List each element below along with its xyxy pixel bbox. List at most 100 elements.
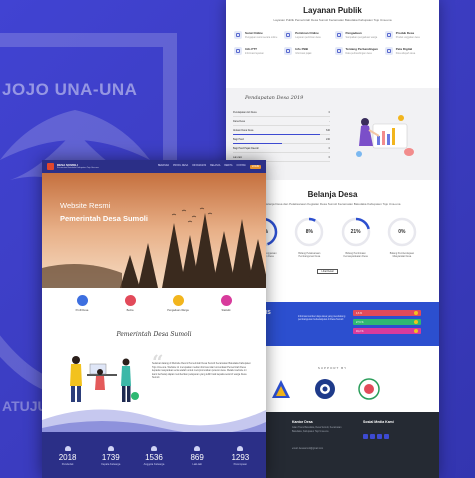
people-icon	[194, 446, 201, 451]
stat-label: Laki-laki	[192, 463, 202, 466]
service-name: Surat Online	[245, 31, 263, 35]
belanja-donut: 21% Bidang Pembinaan Kemasyarakatan Desa	[338, 216, 374, 258]
service-item[interactable]: Info PBB Informasi pajak	[284, 47, 330, 55]
info-icon	[234, 47, 242, 55]
nav-item[interactable]: BERITA	[224, 165, 232, 169]
service-desc: Peta wilayah desa	[395, 52, 416, 55]
sdgs-title: IS	[266, 310, 271, 316]
service-item[interactable]: Surat Online Pengajuan surat secara onlin…	[234, 31, 280, 39]
stat-value: 1739	[101, 453, 120, 462]
pendapatan-row: Dana Desa -	[233, 117, 330, 126]
instagram-icon[interactable]	[384, 434, 389, 439]
service-grid: Surat Online Pengajuan surat secara onlin…	[226, 22, 439, 55]
news-icon	[124, 295, 136, 306]
service-name: Tentang Perbandingan	[345, 47, 378, 51]
footer-kantor-address: Jalan Trans Batudaka, Desa Sumoli, Kecam…	[292, 427, 342, 433]
emoji-icon	[414, 329, 418, 333]
stamp-icon	[284, 31, 293, 39]
nav-item[interactable]: LOGIN	[249, 164, 261, 169]
background-subtitle: ATUJU	[2, 398, 48, 414]
quick-link-label: Profil Desa	[75, 309, 89, 312]
twitter-icon[interactable]	[370, 434, 375, 439]
sdgs-bar-label: 4,6 %	[356, 311, 363, 315]
nav-item[interactable]: KONTAK	[237, 165, 246, 169]
pendapatan-row: Alokasi Dana Desa 640	[233, 126, 330, 135]
pendapatan-value: 0	[328, 146, 330, 150]
sdgs-bar-label: 46,2 %	[356, 329, 364, 333]
pemerintah-paragraph: Selamat datang di Website Resmi Pemerint…	[152, 362, 251, 380]
support-logo-2-icon	[315, 379, 335, 399]
service-item[interactable]: Perizinan Online Layanan perizinan desa	[284, 31, 330, 39]
service-item[interactable]: Info PTT Informasi layanan	[234, 47, 280, 55]
hero-title-line1: Website Resmi	[60, 201, 111, 210]
quick-link[interactable]: Statistik	[211, 295, 241, 328]
stat-item: 1536 Anggota Keluarga	[134, 446, 174, 466]
service-item[interactable]: Tentang Perbandingan Data perbandingan de…	[334, 47, 381, 55]
support-logo-3-icon	[358, 378, 380, 400]
donut-label: Bidang Pemberdayaan Masyarakat Desa	[389, 252, 415, 258]
service-item[interactable]: Peta Digital Peta wilayah desa	[384, 47, 431, 55]
service-item[interactable]: Pengaduan Sampaikan pengaduan warga	[334, 31, 381, 39]
document-icon	[234, 31, 242, 39]
belanja-donut: 0% Bidang Pemberdayaan Masyarakat Desa	[384, 216, 420, 258]
service-desc: Pengajuan surat secara online	[245, 36, 278, 39]
donut-label: Bidang Pelaksanaan Pembangunan Desa	[298, 252, 321, 258]
nav-item[interactable]: BERANDA	[158, 165, 169, 169]
statistics-bar: 2018 Penduduk 1739 Kepala Keluarga 1536 Anggo…	[42, 432, 266, 478]
emoji-icon	[414, 311, 418, 315]
quick-link-label: Berita	[126, 309, 134, 312]
service-name: Produk Desa	[395, 31, 415, 35]
service-name: Peta Digital	[395, 47, 413, 51]
facebook-icon[interactable]	[363, 434, 368, 439]
pendapatan-value: 240	[326, 137, 330, 141]
complaint-icon	[172, 295, 184, 306]
nav-item[interactable]: PROFIL DESA	[173, 165, 188, 169]
sdgs-bar: 4,6 %	[353, 310, 421, 316]
service-desc: Data perbandingan desa	[345, 52, 372, 55]
people-icon	[237, 446, 244, 451]
service-item[interactable]: Produk Desa Produk unggulan desa	[384, 31, 431, 39]
bag-icon	[384, 31, 393, 39]
service-desc: Informasi pajak	[295, 52, 312, 55]
stat-label: Kepala Keluarga	[101, 463, 121, 466]
service-desc: Sampaikan pengaduan warga	[345, 36, 378, 39]
footer-kantor-title: Kantor Desa	[292, 420, 313, 424]
service-desc: Informasi layanan	[245, 52, 264, 55]
stat-item: 2018 Penduduk	[48, 446, 88, 466]
nav-item[interactable]: BELANJA	[210, 165, 220, 169]
stat-value: 1536	[145, 453, 163, 462]
quick-link[interactable]: Profil Desa	[67, 295, 97, 328]
pendapatan-label: Alokasi Dana Desa	[233, 128, 254, 132]
belanja-donut: 8% Bidang Pelaksanaan Pembangunan Desa	[291, 216, 327, 258]
youtube-icon[interactable]	[377, 434, 382, 439]
quick-link-label: Pengaduan Warga	[167, 309, 189, 312]
donut-value: 8%	[305, 229, 313, 235]
service-name: Perizinan Online	[295, 31, 319, 35]
sdgs-bar-label: 27,6 %	[356, 320, 364, 324]
people-icon	[64, 446, 71, 451]
team-illustration-icon	[70, 356, 139, 402]
lihat-detail-button[interactable]: Lihat Detail	[317, 269, 338, 274]
sdgs-bar: 27,6 %	[353, 319, 421, 325]
map-icon	[384, 47, 393, 55]
service-name: Info PBB	[295, 47, 308, 51]
stat-item: 1293 Perempuan	[220, 446, 260, 466]
pendapatan-row: Pendapatan Asli Desa 0	[233, 108, 330, 117]
stat-value: 869	[190, 453, 204, 462]
nav-item[interactable]: INFOGRAFIS	[192, 165, 206, 169]
village-logo-icon[interactable]	[47, 163, 54, 170]
background-title: JOJO UNA-UNA	[2, 80, 138, 99]
pendapatan-row: Bagi Hasil 240	[233, 135, 330, 144]
receipt-icon	[284, 47, 293, 55]
quick-link[interactable]: Berita	[115, 295, 145, 328]
stat-item: 1739 Kepala Keluarga	[91, 446, 131, 466]
people-icon	[150, 446, 157, 451]
pendapatan-label: Lain-lain	[233, 155, 243, 159]
quick-link[interactable]: Pengaduan Warga	[163, 295, 193, 328]
pendapatan-value: 0	[328, 155, 330, 159]
profile-icon	[76, 295, 88, 306]
chat-icon	[334, 31, 343, 39]
stat-value: 1293	[231, 453, 250, 462]
pendapatan-title: Pendapatan Desa 2019	[245, 95, 304, 101]
service-desc: Produk unggulan desa	[395, 36, 420, 39]
